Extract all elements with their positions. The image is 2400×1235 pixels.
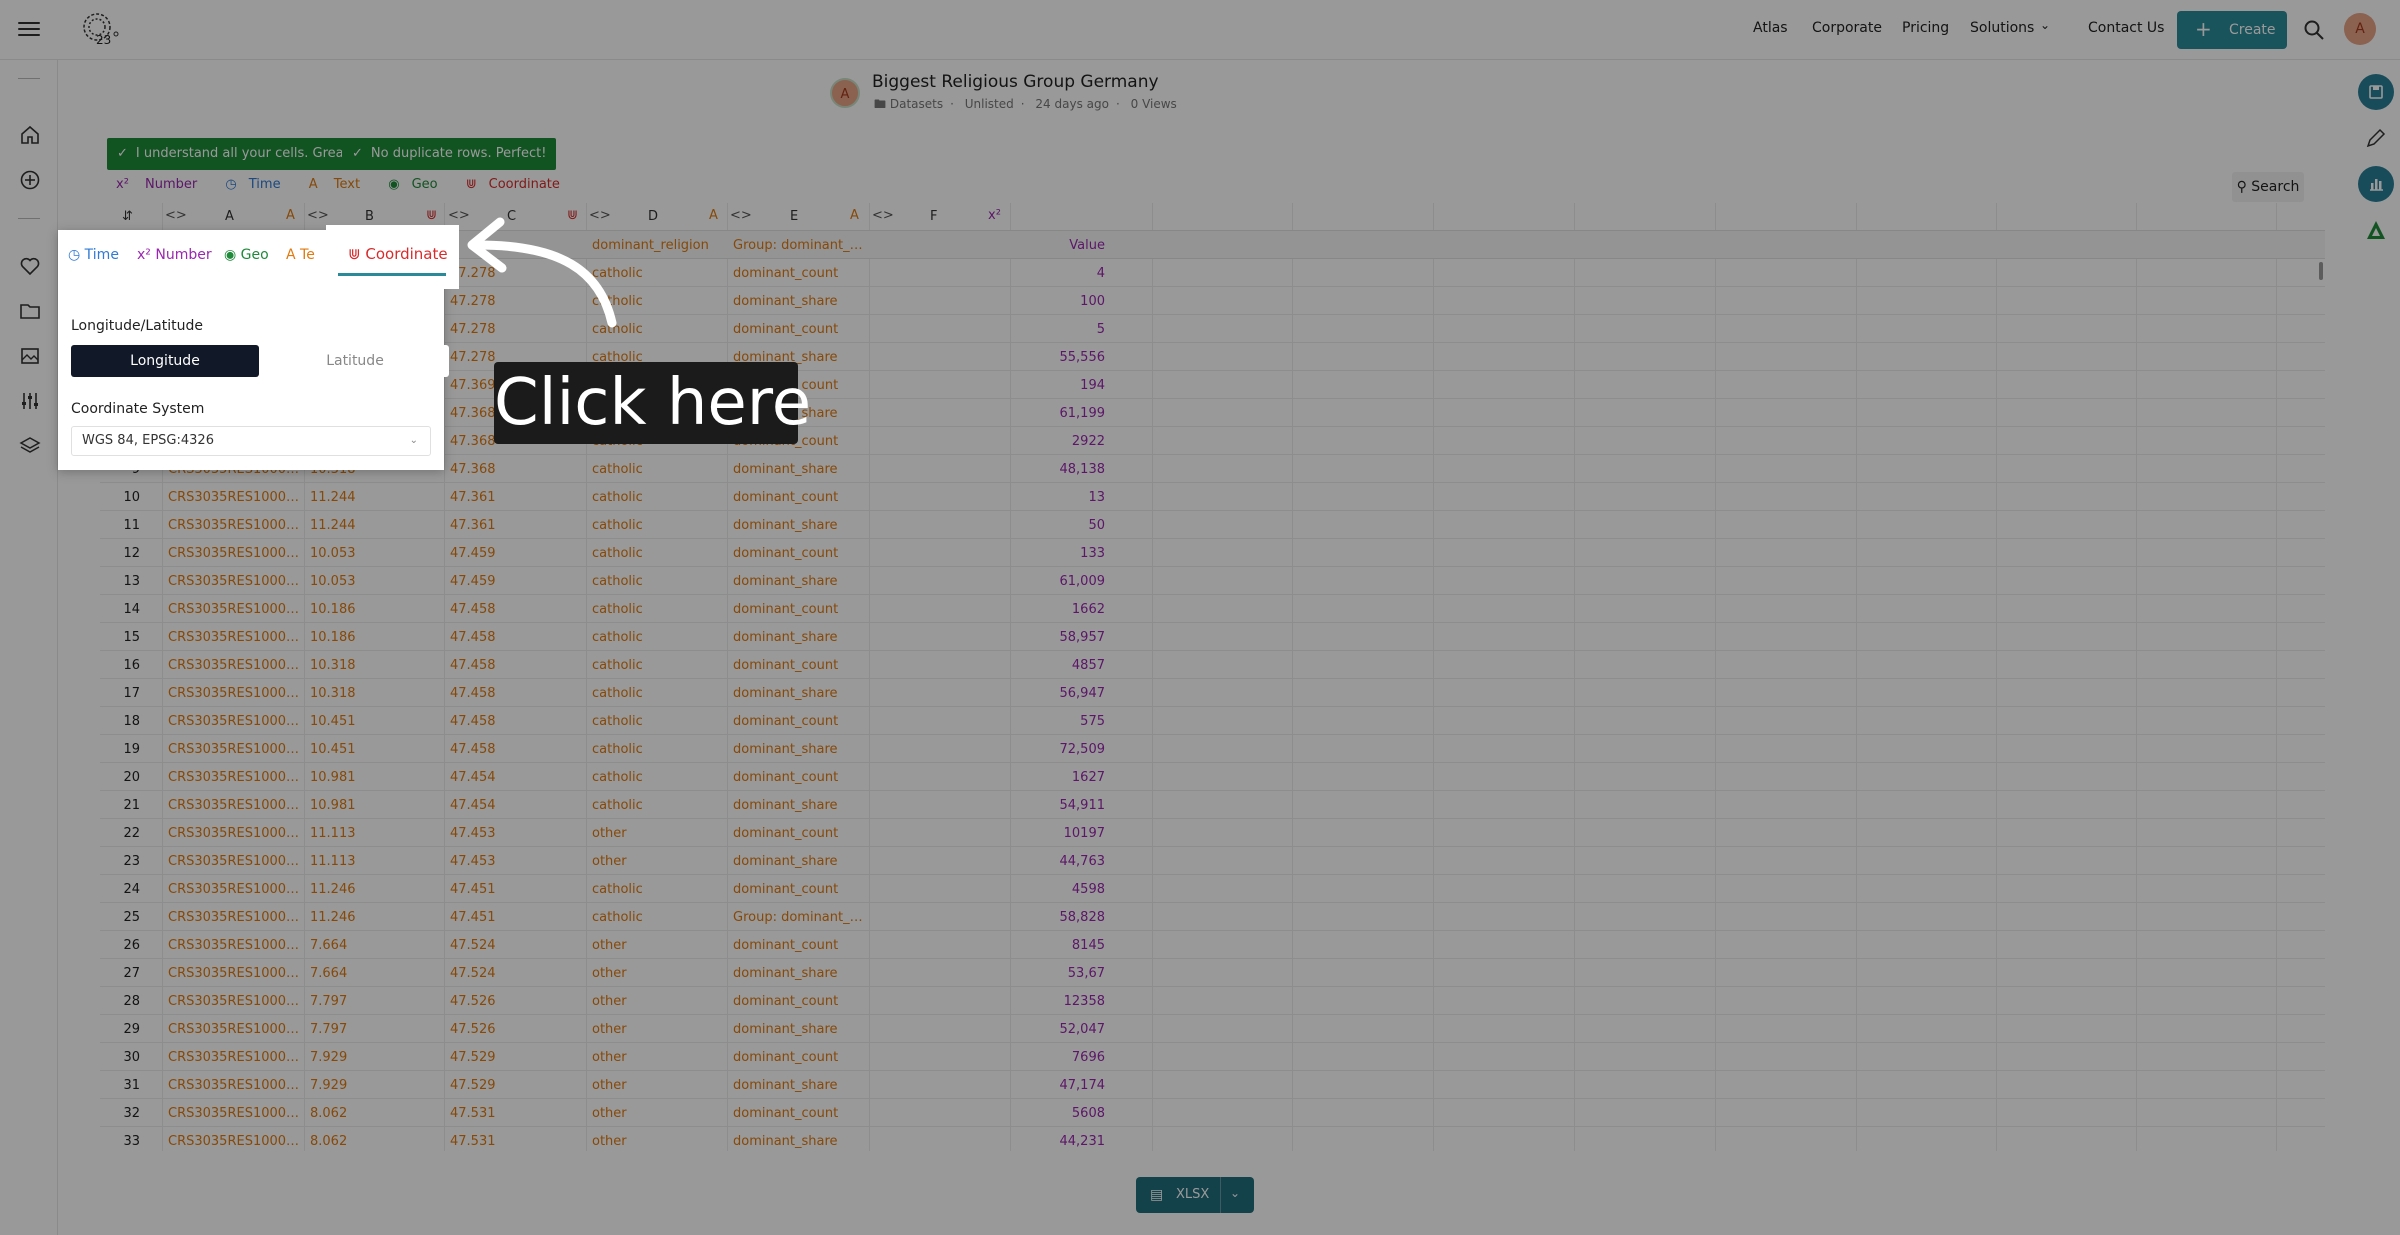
- pointer-arrow: [467, 217, 617, 328]
- click-here-callout: Click here: [494, 362, 811, 444]
